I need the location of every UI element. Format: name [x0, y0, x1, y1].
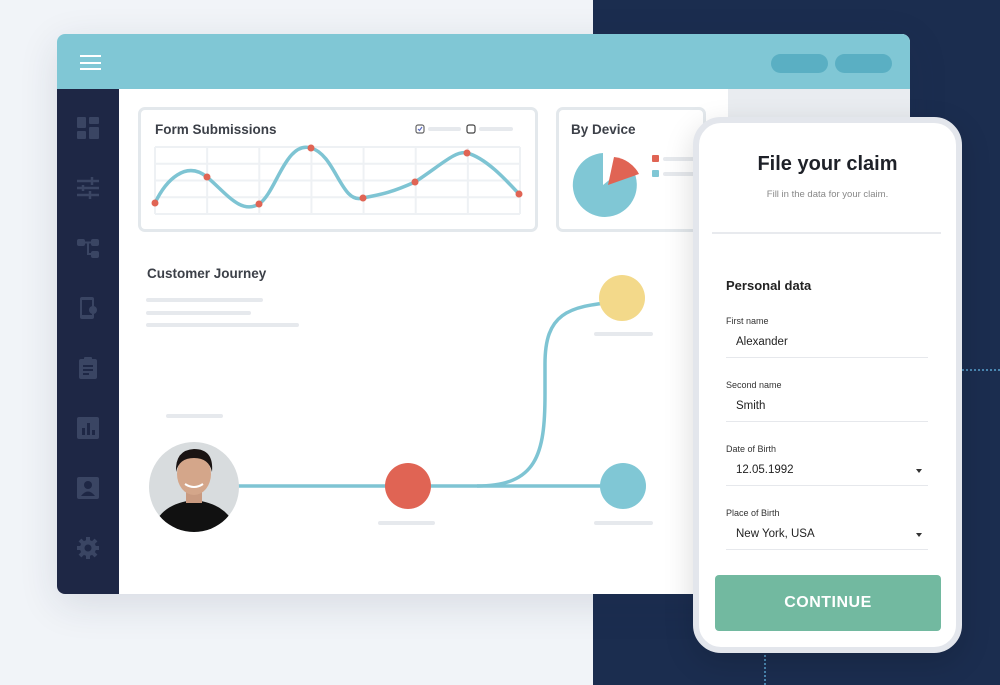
- claim-form-phone: File your claim Fill in the data for you…: [693, 117, 962, 653]
- dob-label: Date of Birth: [726, 444, 777, 454]
- first-name-field[interactable]: Alexander: [726, 328, 928, 358]
- journey-node[interactable]: [385, 463, 431, 509]
- decorative-line: [764, 650, 766, 685]
- divider: [712, 232, 941, 234]
- form-title: File your claim: [757, 153, 898, 175]
- chevron-down-icon: [916, 469, 922, 473]
- pob-select[interactable]: New York, USA: [726, 520, 928, 550]
- avatar: [149, 442, 239, 532]
- journey-node[interactable]: [600, 463, 646, 509]
- section-title: Personal data: [726, 278, 812, 293]
- second-name-label: Second name: [726, 380, 782, 390]
- pob-label: Place of Birth: [726, 508, 780, 518]
- dob-value: 12.05.1992: [736, 464, 794, 476]
- journey-node[interactable]: [599, 275, 645, 321]
- pob-value: New York, USA: [736, 528, 815, 540]
- first-name-label: First name: [726, 316, 769, 326]
- chevron-down-icon: [916, 533, 922, 537]
- continue-button[interactable]: CONTINUE: [715, 575, 941, 631]
- second-name-field[interactable]: Smith: [726, 392, 928, 422]
- form-subtitle: Fill in the data for your claim.: [766, 189, 889, 200]
- journey-branch: [476, 300, 618, 488]
- dob-select[interactable]: 12.05.1992: [726, 456, 928, 486]
